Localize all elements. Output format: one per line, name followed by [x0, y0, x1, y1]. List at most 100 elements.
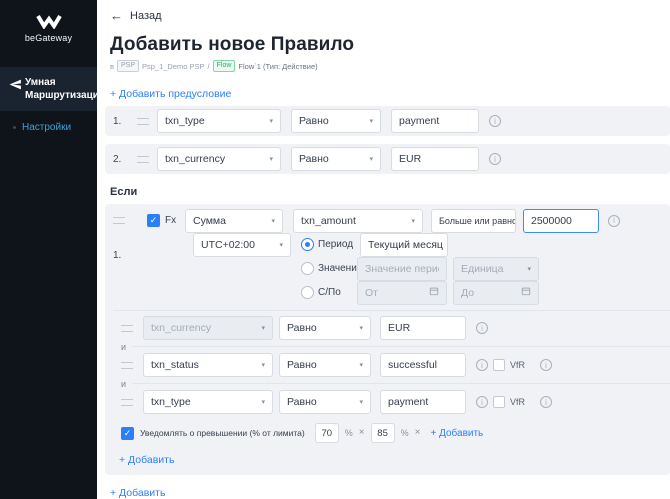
info-icon[interactable] — [476, 322, 488, 334]
operator-select[interactable]: Равно ▾ — [279, 390, 371, 414]
value-radio-label: Значение — [318, 263, 363, 274]
value-input[interactable] — [380, 353, 466, 377]
operator-select[interactable]: Равно ▾ — [291, 147, 381, 171]
breadcrumb-prefix: в — [110, 61, 114, 71]
period-radio-label: Период — [318, 239, 354, 250]
field-select: txn_currency ▾ — [143, 316, 273, 340]
period-value-input — [357, 256, 447, 281]
range-radio[interactable] — [301, 286, 314, 299]
value-input[interactable] — [380, 316, 466, 340]
chevron-down-icon: ▾ — [261, 362, 265, 369]
value-radio[interactable] — [301, 262, 314, 275]
fx-timezone-row: UTC+02:00▾ Период Текущий месяц▾ — [193, 232, 670, 257]
field-select[interactable]: txn_amount ▾ — [293, 208, 423, 233]
field-select[interactable]: txn_currency ▾ — [157, 147, 281, 171]
info-icon[interactable] — [489, 153, 501, 165]
value-input[interactable] — [391, 147, 479, 171]
drag-handle-icon[interactable] — [137, 155, 149, 163]
threshold-input[interactable] — [314, 423, 339, 443]
fx-range-row: С/По От До — [301, 280, 670, 305]
range-radio-label: С/По — [318, 287, 341, 298]
logo: beGateway — [0, 0, 97, 43]
chevron-down-icon: ▾ — [269, 118, 273, 125]
chevron-down-icon: ▾ — [369, 156, 373, 163]
drag-handle-icon[interactable] — [121, 361, 133, 369]
chevron-down-icon: ▾ — [359, 399, 363, 406]
drag-handle-icon[interactable] — [137, 117, 149, 125]
fx-condition-row: Fx Сумма▾ txn_amount▾ Больше или равно ч… — [113, 208, 670, 233]
operator-select[interactable]: Равно ▾ — [279, 353, 371, 377]
comparator-select[interactable]: Больше или равно чем▾ — [431, 208, 516, 233]
operator-select[interactable]: Равно ▾ — [291, 109, 381, 133]
fx-value-row: Значение Единица▾ — [301, 256, 670, 281]
back-arrow-icon: ← — [110, 8, 123, 23]
and-separator: и — [121, 378, 670, 389]
chevron-down-icon: ▾ — [359, 362, 363, 369]
drag-handle-icon[interactable] — [121, 398, 133, 406]
info-icon[interactable] — [489, 115, 501, 127]
notify-checkbox[interactable] — [121, 426, 134, 440]
field-select[interactable]: txn_type ▾ — [143, 390, 273, 414]
period-radio[interactable] — [301, 238, 314, 251]
info-icon[interactable] — [476, 396, 488, 408]
chevron-down-icon: ▾ — [269, 156, 273, 163]
begateway-logo-icon — [35, 14, 62, 29]
info-icon[interactable] — [540, 359, 553, 371]
paper-plane-icon — [9, 78, 22, 96]
period-select[interactable]: Текущий месяц▾ — [360, 232, 448, 257]
app-window: beGateway Умная Маршрутизация Настройки … — [0, 0, 670, 499]
row-number: 1. — [113, 115, 122, 127]
add-threshold-link[interactable]: + Добавить — [430, 428, 483, 439]
timezone-select[interactable]: UTC+02:00 ▾ — [193, 232, 291, 257]
remove-threshold-icon[interactable]: × — [415, 428, 421, 438]
info-icon[interactable] — [608, 214, 620, 227]
add-group-link[interactable]: + Добавить — [110, 487, 165, 499]
fx-checkbox[interactable] — [147, 214, 160, 227]
add-condition-link[interactable]: + Добавить — [119, 454, 174, 466]
info-icon[interactable] — [476, 359, 488, 371]
fx-label: Fx — [165, 215, 177, 226]
psp-badge: PSP — [116, 60, 139, 72]
if-heading: Если — [110, 186, 138, 198]
drag-handle-icon[interactable] — [121, 324, 133, 332]
vfr-checkbox[interactable] — [493, 396, 505, 408]
amount-input[interactable] — [523, 208, 599, 233]
add-precondition-link[interactable]: + Добавить предусловие — [110, 88, 231, 100]
breadcrumb-separator: / — [207, 61, 210, 71]
metric-select[interactable]: Сумма ▾ — [185, 208, 283, 233]
breadcrumb: в PSP Psp_1_Demo PSP / Flow Flow`1 (Тип:… — [110, 60, 670, 72]
sidebar-item-smart-routing[interactable]: Умная Маршрутизация — [0, 67, 105, 111]
operator-select[interactable]: Равно ▾ — [279, 316, 371, 340]
vfr-group: VfR — [493, 359, 553, 371]
separator-line — [132, 346, 670, 347]
remove-threshold-icon[interactable]: × — [359, 428, 365, 438]
chevron-down-icon: ▾ — [359, 325, 363, 332]
flow-badge: Flow — [212, 60, 236, 72]
condition-row: txn_type▾ Равно▾ VfR — [113, 389, 670, 415]
notify-row: Уведомлять о превышении (% от лимита) % … — [113, 423, 670, 443]
threshold-input[interactable] — [370, 423, 395, 443]
main-content: ← Назад Добавить новое Правило в PSP Psp… — [97, 0, 670, 499]
separator-line — [132, 383, 670, 384]
field-select[interactable]: txn_status ▾ — [143, 353, 273, 377]
flow-name: Flow`1 (Тип: Действие) — [238, 61, 318, 71]
field-select[interactable]: txn_type ▾ — [157, 109, 281, 133]
logo-text: beGateway — [24, 33, 73, 43]
back-button[interactable]: ← Назад — [110, 9, 162, 22]
and-separator: и — [121, 341, 670, 352]
drag-handle-icon[interactable] — [113, 217, 125, 224]
chevron-down-icon: ▾ — [279, 241, 283, 249]
info-icon[interactable] — [540, 396, 553, 408]
vfr-checkbox[interactable] — [493, 359, 505, 371]
divider — [113, 310, 670, 311]
value-input[interactable] — [380, 390, 466, 414]
sidebar-item-label: Настройки — [22, 122, 72, 133]
calendar-icon — [521, 286, 531, 299]
psp-name: Psp_1_Demo PSP — [142, 61, 205, 71]
sidebar-item-settings[interactable]: Настройки — [0, 111, 97, 144]
vfr-label: VfR — [510, 360, 526, 370]
vfr-label: VfR — [510, 397, 526, 407]
percent-sign: % — [344, 428, 353, 438]
date-from-input: От — [357, 280, 447, 305]
value-input[interactable] — [391, 109, 479, 133]
